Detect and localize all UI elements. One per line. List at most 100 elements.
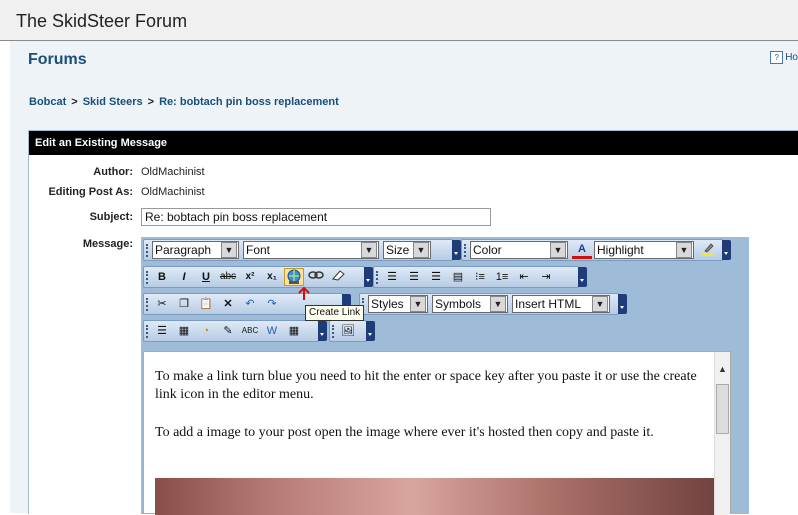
highlight-select-label: Highlight bbox=[597, 243, 644, 257]
symbols-select-label: Symbols bbox=[435, 297, 482, 311]
indent-icon[interactable]: ⇥ bbox=[536, 268, 556, 286]
copy-icon[interactable]: ❐ bbox=[174, 295, 194, 313]
superscript-button[interactable]: x² bbox=[240, 268, 260, 286]
chevron-down-icon: ▼ bbox=[410, 296, 426, 312]
eraser-icon[interactable] bbox=[328, 268, 348, 286]
paragraph-select[interactable]: Paragraph ▼ bbox=[152, 241, 239, 259]
font-select-label: Font bbox=[246, 243, 271, 257]
mouse-cursor-icon bbox=[298, 287, 310, 300]
size-select[interactable]: Size ▼ bbox=[383, 241, 431, 259]
redo-icon[interactable]: ↷ bbox=[262, 295, 282, 313]
toolbar-options-button[interactable] bbox=[364, 267, 373, 287]
toolbar-options-button[interactable] bbox=[366, 321, 375, 341]
toolbar-options-button[interactable] bbox=[722, 240, 731, 260]
toolbar-options-button[interactable] bbox=[618, 294, 627, 314]
toolbar-options-button[interactable] bbox=[318, 321, 327, 341]
horizontal-rule-icon[interactable]: ☰ bbox=[152, 322, 172, 340]
editing-as-label: Editing Post As: bbox=[48, 186, 133, 198]
toolbar-text-style: B I U abc x² x₁ bbox=[143, 266, 373, 288]
strikethrough-button[interactable]: abc bbox=[218, 268, 238, 286]
toolbar-alignment: ☰ ☰ ☰ ▤ ⁝≡ 1≡ ⇤ ⇥ bbox=[373, 266, 587, 288]
editor-paragraph: To make a link turn blue you need to hit… bbox=[155, 369, 697, 402]
align-center-icon[interactable]: ☰ bbox=[404, 268, 424, 286]
forum-panel: Forums ? Ho Bobcat > Skid Steers > Re: bobta… bbox=[10, 41, 798, 515]
subscript-button[interactable]: x₁ bbox=[262, 268, 282, 286]
spellcheck-icon[interactable]: ABC bbox=[240, 322, 260, 340]
size-select-label: Size bbox=[386, 243, 410, 257]
toolbar-insert: Styles ▼ Symbols ▼ Insert HTML ▼ bbox=[359, 293, 627, 315]
subject-input[interactable] bbox=[141, 208, 491, 226]
underline-button[interactable]: U bbox=[196, 268, 216, 286]
help-link[interactable]: ? Ho bbox=[770, 51, 798, 64]
chevron-down-icon: ▼ bbox=[550, 242, 566, 258]
chevron-down-icon: ▼ bbox=[676, 242, 692, 258]
undo-icon[interactable]: ↶ bbox=[240, 295, 260, 313]
paste-icon[interactable]: 📋 bbox=[196, 295, 216, 313]
toolbar-objects: ☰ ▦ ◔ ✎ ABC W ▦ bbox=[143, 320, 327, 342]
breadcrumb-separator: > bbox=[71, 96, 78, 108]
align-right-icon[interactable]: ☰ bbox=[426, 268, 446, 286]
page-title: Forums bbox=[28, 51, 87, 68]
styles-select[interactable]: Styles ▼ bbox=[368, 295, 428, 313]
styles-select-label: Styles bbox=[371, 297, 404, 311]
chevron-down-icon: ▼ bbox=[592, 296, 608, 312]
color-select-label: Color bbox=[473, 243, 502, 257]
globe-link-icon bbox=[287, 269, 301, 284]
toolbar-image: 🖼 bbox=[329, 320, 375, 342]
edit-message-form: Edit an Existing Message Author: OldMach… bbox=[28, 130, 798, 515]
date-icon[interactable]: ✎ bbox=[218, 322, 238, 340]
chevron-down-icon: ▼ bbox=[490, 296, 506, 312]
insert-html-select[interactable]: Insert HTML ▼ bbox=[512, 295, 610, 313]
highlight-pen-icon[interactable] bbox=[698, 241, 718, 259]
cut-icon[interactable]: ✂ bbox=[152, 295, 172, 313]
chevron-down-icon: ▼ bbox=[221, 242, 237, 258]
breadcrumb-item-bobcat[interactable]: Bobcat bbox=[29, 96, 66, 108]
bold-button[interactable]: B bbox=[152, 268, 172, 286]
rich-text-editor: Paragraph ▼ Font ▼ Size ▼ Color ▼ A Highligh… bbox=[141, 237, 749, 515]
scroll-thumb[interactable] bbox=[716, 384, 729, 434]
align-left-icon[interactable]: ☰ bbox=[382, 268, 402, 286]
align-justify-icon[interactable]: ▤ bbox=[448, 268, 468, 286]
symbols-select[interactable]: Symbols ▼ bbox=[432, 295, 508, 313]
clock-icon[interactable]: ◔ bbox=[196, 322, 216, 340]
chevron-down-icon: ▼ bbox=[413, 242, 429, 258]
highlight-select[interactable]: Highlight ▼ bbox=[594, 241, 694, 259]
message-editor-content[interactable]: To make a link turn blue you need to hit… bbox=[143, 351, 731, 515]
insert-image-icon[interactable]: 🖼 bbox=[338, 322, 358, 340]
form-header: Edit an Existing Message bbox=[29, 131, 798, 155]
toolbar-options-button[interactable] bbox=[452, 240, 461, 260]
toolbar-format: Paragraph ▼ Font ▼ Size ▼ bbox=[143, 239, 461, 261]
delete-icon[interactable]: ✕ bbox=[218, 295, 238, 313]
bulleted-list-icon[interactable]: ⁝≡ bbox=[470, 268, 490, 286]
word-paste-icon[interactable]: W bbox=[262, 322, 282, 340]
author-label: Author: bbox=[93, 166, 133, 178]
breadcrumb-separator: > bbox=[147, 96, 155, 108]
editing-as-value: OldMachinist bbox=[141, 186, 205, 198]
site-header: The SkidSteer Forum bbox=[0, 0, 798, 41]
subject-label: Subject: bbox=[89, 211, 133, 223]
message-label: Message: bbox=[82, 238, 133, 250]
create-link-tooltip: Create Link bbox=[305, 305, 365, 321]
breadcrumb-item-thread[interactable]: Re: bobtach pin boss replacement bbox=[159, 96, 339, 108]
help-link-label: Ho bbox=[785, 52, 798, 63]
unlink-icon[interactable] bbox=[306, 268, 326, 286]
editor-scrollbar[interactable]: ▲ bbox=[714, 352, 730, 515]
help-icon: ? bbox=[770, 51, 784, 64]
italic-button[interactable]: I bbox=[174, 268, 194, 286]
author-value: OldMachinist bbox=[141, 166, 205, 178]
font-color-button[interactable]: A bbox=[572, 242, 592, 259]
color-select[interactable]: Color ▼ bbox=[470, 241, 568, 259]
outdent-icon[interactable]: ⇤ bbox=[514, 268, 534, 286]
editor-paragraph: To add a image to your post open the ima… bbox=[155, 425, 654, 440]
grid-icon[interactable]: ▦ bbox=[284, 322, 304, 340]
toolbar-options-button[interactable] bbox=[578, 267, 587, 287]
paragraph-select-label: Paragraph bbox=[155, 243, 212, 257]
font-select[interactable]: Font ▼ bbox=[243, 241, 379, 259]
numbered-list-icon[interactable]: 1≡ bbox=[492, 268, 512, 286]
breadcrumb: Bobcat > Skid Steers > Re: bobtach pin boss … bbox=[29, 96, 339, 108]
scroll-up-icon[interactable]: ▲ bbox=[718, 364, 727, 374]
insert-html-select-label: Insert HTML bbox=[515, 297, 582, 311]
breadcrumb-item-skid-steers[interactable]: Skid Steers bbox=[83, 96, 143, 108]
create-link-button[interactable] bbox=[284, 268, 304, 286]
table-icon[interactable]: ▦ bbox=[174, 322, 194, 340]
